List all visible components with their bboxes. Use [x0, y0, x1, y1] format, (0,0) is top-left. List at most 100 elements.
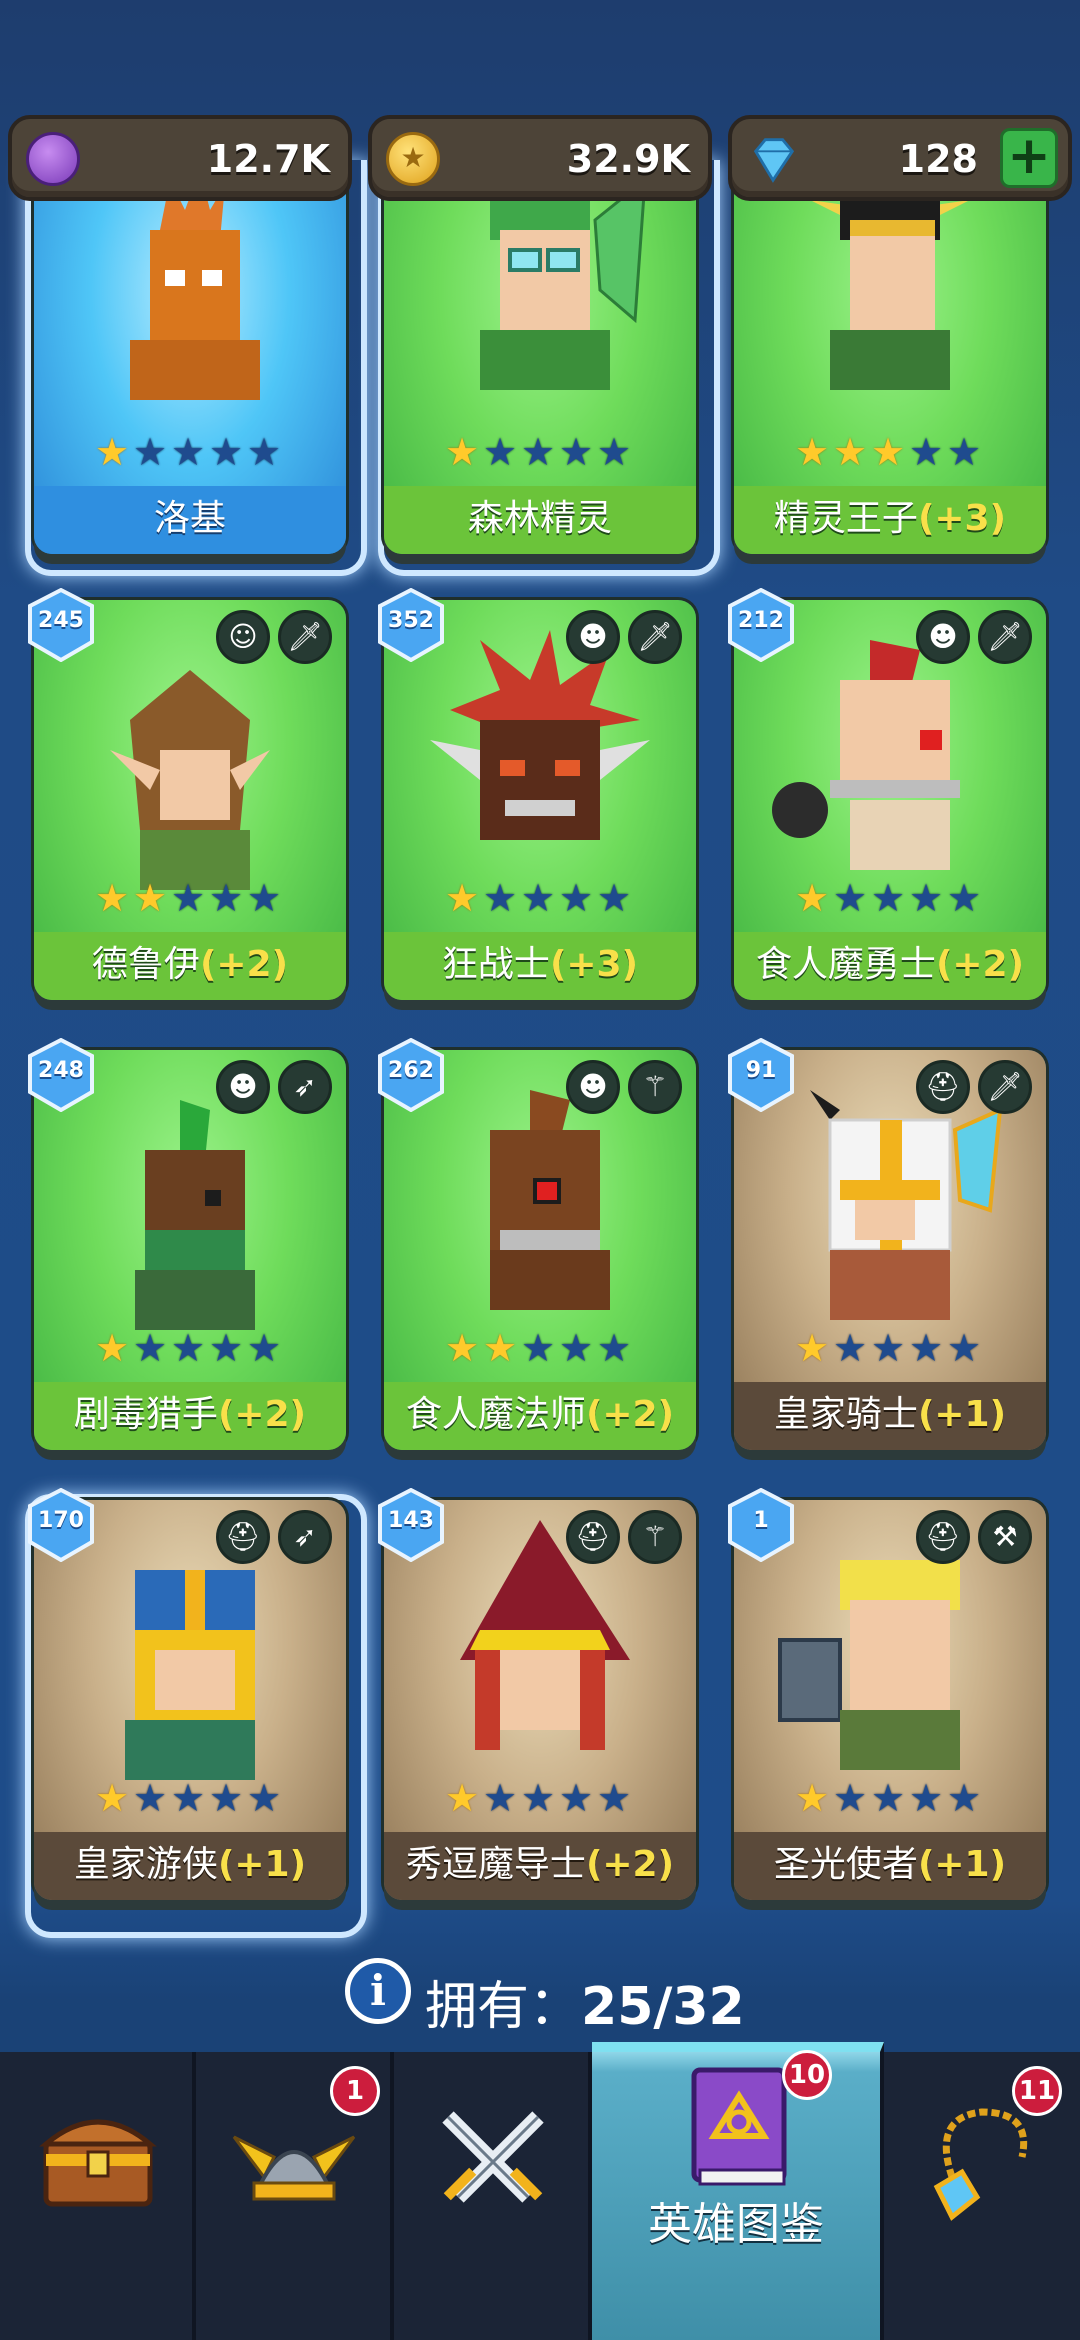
hero-level-badge: 248	[26, 1038, 96, 1112]
hero-portrait	[778, 1560, 960, 1770]
star-rating: ★ ★ ★ ★ ★	[794, 876, 994, 920]
star-filled-icon: ★	[794, 876, 830, 920]
star-filled-icon: ★	[794, 1326, 830, 1370]
star-filled-icon: ★	[444, 430, 480, 474]
hero-level-badge: 212	[726, 588, 796, 662]
hero-portrait	[810, 1090, 1003, 1320]
purple-gem-icon	[26, 132, 80, 186]
star-filled-icon: ★	[794, 430, 830, 474]
star-empty-icon: ★	[832, 1776, 868, 1820]
star-empty-icon: ★	[520, 876, 556, 920]
star-rating: ★ ★ ★ ★ ★	[444, 430, 644, 474]
hero-level-value: 212	[738, 608, 784, 633]
hero-name: 食人魔勇士(+2)	[734, 932, 1046, 1000]
hero-name: 森林精灵	[384, 486, 696, 554]
star-empty-icon: ★	[946, 1326, 982, 1370]
info-icon[interactable]: i	[345, 1958, 411, 2024]
star-rating: ★ ★ ★ ★ ★	[94, 876, 294, 920]
bow-icon: ➶	[278, 1060, 332, 1114]
hero-card[interactable]: ★ ★ ★ ★ ★ 精灵王子(+3)	[734, 150, 1046, 554]
star-rating: ★ ★ ★ ★ ★	[94, 1326, 294, 1370]
hero-name: 秀逗魔导士(+2)	[384, 1832, 696, 1900]
bottom-nav: 1 10 英雄图鉴 11	[0, 2042, 1080, 2340]
hero-level-badge: 170	[26, 1488, 96, 1562]
hero-level-badge: 352	[376, 588, 446, 662]
star-empty-icon: ★	[558, 1326, 594, 1370]
hero-level-value: 1	[753, 1508, 769, 1533]
hero-level-value: 91	[745, 1058, 777, 1083]
star-empty-icon: ★	[246, 1776, 282, 1820]
star-empty-icon: ★	[170, 876, 206, 920]
sword-icon: 🗡	[628, 610, 682, 664]
wand-icon: ⚚	[628, 1510, 682, 1564]
hero-name: 圣光使者(+1)	[734, 1832, 1046, 1900]
hammer-icon: ⚒	[978, 1510, 1032, 1564]
star-filled-icon: ★	[444, 1326, 480, 1370]
add-diamond-button[interactable]: +	[1000, 128, 1058, 188]
orc-face-icon: ☻	[216, 1060, 270, 1114]
star-rating: ★ ★ ★ ★ ★	[94, 1776, 294, 1820]
notification-badge: 11	[1012, 2066, 1062, 2116]
treasure-chest-icon	[39, 2119, 157, 2207]
star-empty-icon: ★	[596, 1776, 632, 1820]
star-filled-icon: ★	[832, 430, 868, 474]
star-empty-icon: ★	[208, 876, 244, 920]
star-rating: ★ ★ ★ ★ ★	[94, 430, 294, 474]
star-filled-icon: ★	[794, 1776, 830, 1820]
currency-bar: 12.7K ★ 32.9K 128 +	[0, 115, 1080, 203]
star-empty-icon: ★	[832, 876, 868, 920]
sword-icon: 🗡	[278, 610, 332, 664]
wand-icon: ⚚	[628, 1060, 682, 1114]
hero-name: 狂战士(+3)	[384, 932, 696, 1000]
crossed-swords-icon	[442, 2111, 544, 2203]
star-filled-icon: ★	[444, 1776, 480, 1820]
star-empty-icon: ★	[908, 876, 944, 920]
star-empty-icon: ★	[558, 430, 594, 474]
hero-level-badge: 91	[726, 1038, 796, 1112]
purple-currency-value: 12.7K	[206, 137, 330, 181]
star-empty-icon: ★	[596, 1326, 632, 1370]
tab-hero-codex[interactable]: 10 英雄图鉴	[592, 2042, 884, 2340]
gold-currency[interactable]: ★ 32.9K	[368, 115, 712, 201]
star-empty-icon: ★	[132, 1326, 168, 1370]
helmet-icon: ⛑	[216, 1510, 270, 1564]
hero-name: 精灵王子(+3)	[734, 486, 1046, 554]
hero-portrait	[135, 1100, 255, 1330]
hero-card[interactable]: ★ ★ ★ ★ ★ 森林精灵	[384, 150, 696, 554]
star-empty-icon: ★	[908, 1776, 944, 1820]
star-empty-icon: ★	[596, 430, 632, 474]
diamond-currency[interactable]: 128 +	[728, 115, 1072, 201]
star-empty-icon: ★	[870, 1776, 906, 1820]
hero-name: 剧毒猎手(+2)	[34, 1382, 346, 1450]
star-empty-icon: ★	[870, 1326, 906, 1370]
sword-icon: 🗡	[978, 610, 1032, 664]
helmet-icon: ⛑	[916, 1510, 970, 1564]
hero-level-badge: 262	[376, 1038, 446, 1112]
star-empty-icon: ★	[908, 430, 944, 474]
tab-equipment[interactable]: 11	[884, 2052, 1080, 2340]
hero-name: 德鲁伊(+2)	[34, 932, 346, 1000]
star-empty-icon: ★	[870, 876, 906, 920]
star-filled-icon: ★	[94, 430, 130, 474]
star-filled-icon: ★	[94, 1326, 130, 1370]
hero-card[interactable]: ★ ★ ★ ★ ★ 洛基	[34, 150, 346, 554]
hero-portrait	[130, 170, 260, 400]
star-empty-icon: ★	[520, 1776, 556, 1820]
star-empty-icon: ★	[482, 876, 518, 920]
amulet-icon	[933, 2108, 1028, 2221]
star-filled-icon: ★	[870, 430, 906, 474]
notification-badge: 10	[782, 2050, 832, 2100]
elf-face-icon: ☺	[216, 610, 270, 664]
star-filled-icon: ★	[94, 876, 130, 920]
tab-chest[interactable]	[0, 2052, 196, 2340]
star-empty-icon: ★	[170, 1776, 206, 1820]
hero-portrait	[490, 1090, 610, 1310]
purple-currency[interactable]: 12.7K	[8, 115, 352, 201]
star-empty-icon: ★	[832, 1326, 868, 1370]
hero-name: 皇家游侠(+1)	[34, 1832, 346, 1900]
notification-badge: 1	[330, 2066, 380, 2116]
star-empty-icon: ★	[482, 1776, 518, 1820]
gold-currency-value: 32.9K	[566, 137, 690, 181]
tab-battle[interactable]	[394, 2052, 592, 2340]
tab-heroes[interactable]: 1	[196, 2052, 394, 2340]
